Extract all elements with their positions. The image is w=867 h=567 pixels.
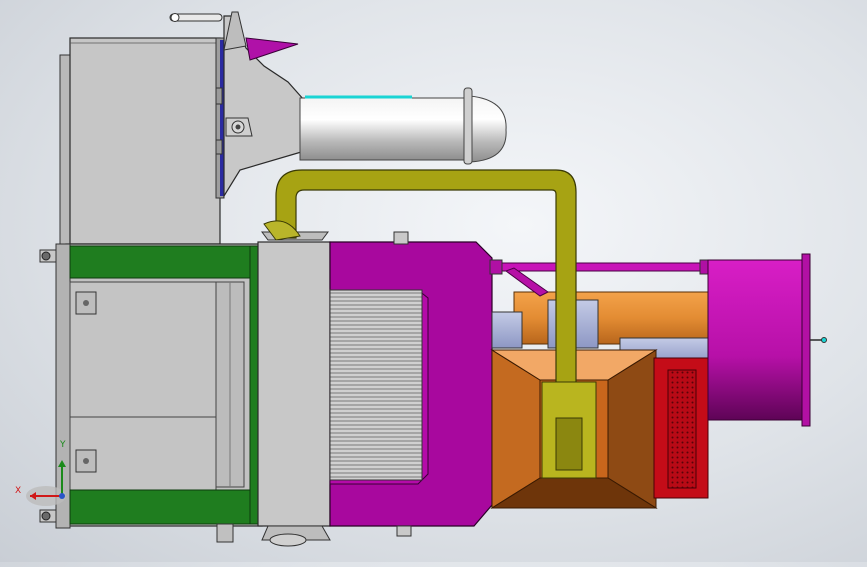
- leveling-knob-upper[interactable]: [39, 249, 57, 263]
- assembly-model[interactable]: [0, 0, 867, 562]
- muffler[interactable]: [299, 87, 507, 165]
- hinge-lug[interactable]: [225, 117, 253, 137]
- housing-body[interactable]: [69, 37, 221, 245]
- triad-x-label: X: [15, 486, 22, 496]
- triad-y-label: Y: [60, 440, 66, 450]
- leveling-knob-lower[interactable]: [39, 509, 57, 523]
- intake-box[interactable]: [329, 231, 493, 537]
- fin-pack: [329, 289, 423, 481]
- upper-housing[interactable]: [59, 11, 309, 246]
- lower-housing[interactable]: [55, 243, 271, 543]
- radiator-core[interactable]: [257, 231, 331, 547]
- blower-end-cap[interactable]: [707, 253, 827, 427]
- tie-rod: [489, 262, 713, 272]
- direction-flag: [245, 37, 299, 61]
- cad-viewport[interactable]: X Y: [0, 0, 867, 562]
- blower-assembly[interactable]: [489, 259, 713, 509]
